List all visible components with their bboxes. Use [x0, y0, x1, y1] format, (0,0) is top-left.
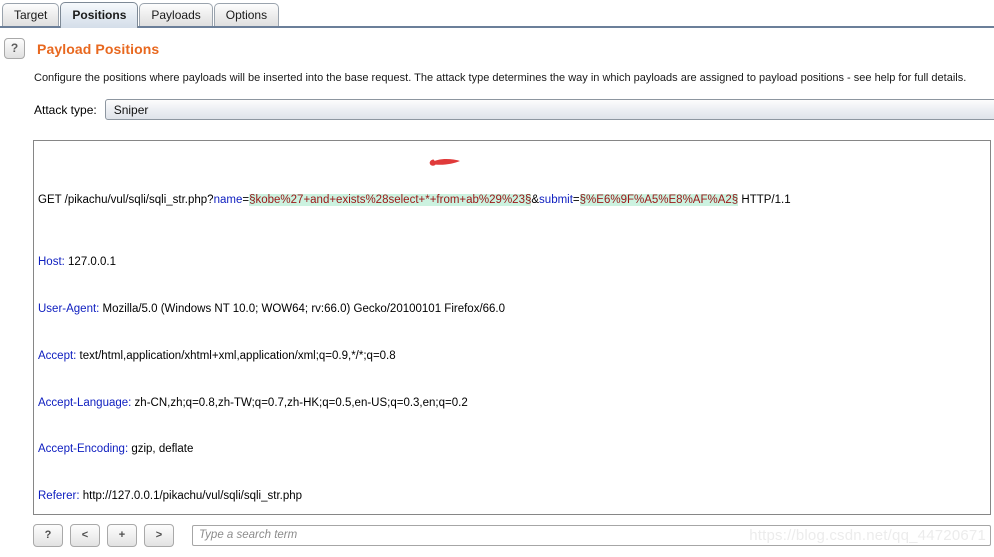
request-method-path: GET /pikachu/vul/sqli/sqli_str.php?: [38, 193, 214, 206]
tab-target[interactable]: Target: [2, 3, 60, 26]
request-text: GET /pikachu/vul/sqli/sqli_str.php?name =…: [34, 141, 990, 514]
title-row: ? Payload Positions: [0, 38, 994, 59]
tab-options[interactable]: Options: [213, 3, 280, 26]
header-value: text/html,application/xhtml+xml,applicat…: [76, 349, 396, 362]
request-header-line: Host: 127.0.0.1: [38, 255, 990, 271]
tab-positions[interactable]: Positions: [60, 2, 139, 28]
header-name: Accept:: [38, 349, 77, 362]
request-line-start: GET /pikachu/vul/sqli/sqli_str.php?name =…: [38, 193, 990, 209]
equals-2: =: [572, 193, 580, 206]
header-value: 127.0.0.1: [64, 256, 116, 269]
header-value: zh-CN,zh;q=0.8,zh-TW;q=0.7,zh-HK;q=0.5,e…: [131, 396, 468, 409]
http-protocol: HTTP/1.1: [738, 193, 791, 206]
payload-value-2: %E6%9F%A5%E8%AF%A2: [586, 193, 732, 206]
payload-position-2[interactable]: §%E6%9F%A5%E8%AF%A2§: [579, 193, 739, 206]
request-header-line: User-Agent: Mozilla/5.0 (Windows NT 10.0…: [38, 302, 990, 318]
payload-position-1[interactable]: §kobe%27+and+exists%28select+*+from+ab%2…: [249, 193, 532, 206]
clear-button[interactable]: <: [70, 523, 100, 547]
page-title: Payload Positions: [37, 40, 160, 57]
request-header-line: Accept-Language: zh-CN,zh;q=0.8,zh-TW;q=…: [38, 396, 990, 412]
main-tab-bar: Target Positions Payloads Options: [0, 0, 994, 28]
help-icon[interactable]: ?: [4, 38, 25, 59]
auto-button[interactable]: >: [144, 523, 174, 547]
attack-type-label: Attack type:: [34, 102, 97, 117]
ampersand: &: [531, 193, 540, 206]
header-value: gzip, deflate: [128, 443, 194, 456]
add-button[interactable]: +: [107, 523, 137, 547]
request-editor[interactable]: GET /pikachu/vul/sqli/sqli_str.php?name =…: [33, 140, 991, 515]
header-name: Accept-Encoding:: [38, 443, 129, 456]
header-name: Accept-Language:: [38, 396, 132, 409]
panel-header: ? Payload Positions Configure the positi…: [0, 28, 994, 120]
editor-bottom-toolbar: ? < + >: [33, 521, 991, 549]
payload-value-1: kobe%27+and+exists%28select+*+from+ab%29…: [255, 193, 525, 206]
param-name-name: name: [213, 193, 243, 206]
header-name: Host:: [38, 256, 65, 269]
header-value: http://127.0.0.1/pikachu/vul/sqli/sqli_s…: [79, 490, 303, 503]
param-name-submit: submit: [539, 193, 573, 206]
panel-description: Configure the positions where payloads w…: [34, 72, 967, 84]
help-button[interactable]: ?: [33, 523, 63, 547]
request-header-line: Accept-Encoding: gzip, deflate: [38, 442, 990, 458]
attack-type-row: Attack type: Sniper: [34, 99, 994, 120]
search-input[interactable]: [192, 524, 991, 546]
header-name: User-Agent:: [38, 302, 100, 315]
request-header-line: Referer: http://127.0.0.1/pikachu/vul/sq…: [38, 489, 990, 505]
search-wrapper: [192, 524, 991, 546]
request-header-line: Accept: text/html,application/xhtml+xml,…: [38, 349, 990, 365]
header-value: Mozilla/5.0 (Windows NT 10.0; WOW64; rv:…: [99, 302, 506, 315]
tab-payloads[interactable]: Payloads: [139, 3, 213, 26]
header-name: Referer:: [38, 490, 80, 503]
attack-type-select[interactable]: Sniper: [104, 99, 994, 120]
